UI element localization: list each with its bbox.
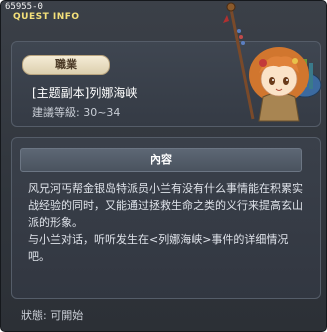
staff-ribbon — [223, 15, 229, 23]
content-panel: 內容 风兄河丐帮金银岛特派员小兰有没有什么事情能在积累实战经验的同时，又能通过拯… — [11, 137, 321, 299]
job-tag: 職業 — [22, 55, 110, 75]
npc-portrait-icon — [223, 2, 322, 122]
quest-title: [主题副本]列娜海峡 — [32, 86, 138, 100]
quest-description: 风兄河丐帮金银岛特派员小兰有没有什么事情能在积累实战经验的同时，又能通过拯救生命… — [28, 182, 303, 263]
recommended-level: 建議等級: 30~34 — [32, 106, 121, 119]
window-title: QUEST INFO — [13, 12, 80, 22]
quest-id: 65955-0 — [5, 2, 43, 12]
staff-shaft — [229, 8, 255, 120]
content-header: 內容 — [20, 148, 302, 172]
quest-info-window: 65955-0 QUEST INFO 職業 [主题副本]列娜海峡 建議等級: 3… — [0, 0, 327, 332]
staff-tip — [226, 2, 236, 12]
quest-status: 狀態: 可開始 — [21, 309, 84, 322]
